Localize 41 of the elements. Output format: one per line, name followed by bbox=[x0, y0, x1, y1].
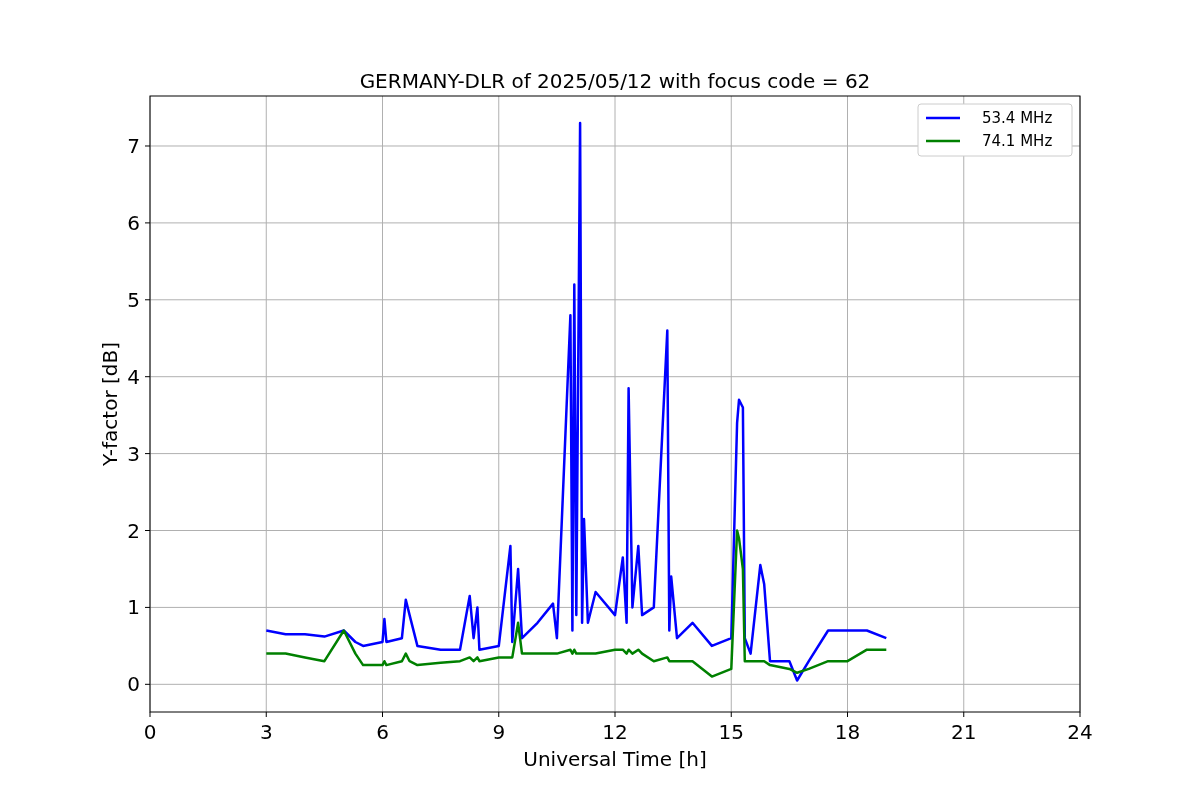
y-tick-label: 0 bbox=[127, 672, 140, 697]
y-tick-label: 2 bbox=[127, 518, 140, 543]
tick-mark bbox=[144, 376, 151, 378]
y-tick-label: 4 bbox=[127, 364, 140, 389]
x-tick-label: 24 bbox=[1067, 720, 1093, 744]
legend-label: 53.4 MHz bbox=[982, 109, 1053, 127]
legend-line bbox=[926, 139, 960, 143]
x-tick-label: 18 bbox=[834, 720, 861, 744]
x-tick-label: 6 bbox=[376, 720, 389, 744]
tick-mark bbox=[265, 711, 267, 718]
y-tick-label: 7 bbox=[127, 134, 140, 158]
chart-title: GERMANY-DLR of 2025/05/12 with focus code = 62 bbox=[359, 69, 871, 93]
x-tick-label: 3 bbox=[259, 720, 273, 744]
tick-mark bbox=[144, 145, 151, 147]
legend-label: 74.1 MHz bbox=[982, 132, 1053, 150]
x-tick-label: 12 bbox=[602, 720, 628, 744]
tick-mark bbox=[144, 606, 151, 608]
tick-mark bbox=[382, 711, 383, 718]
tick-mark bbox=[144, 453, 151, 455]
x-axis-label: Universal Time [h] bbox=[523, 747, 707, 771]
tick-mark bbox=[847, 711, 848, 718]
tick-mark bbox=[614, 711, 616, 718]
legend-line bbox=[926, 116, 960, 120]
y-tick-label: 3 bbox=[127, 441, 140, 466]
y-tick-label: 6 bbox=[127, 210, 140, 235]
x-tick-label: 9 bbox=[492, 720, 506, 744]
x-tick-label: 15 bbox=[718, 720, 744, 744]
tick-mark bbox=[149, 711, 151, 718]
tick-mark bbox=[963, 711, 965, 718]
y-tick-label: 5 bbox=[127, 287, 140, 312]
tick-mark bbox=[144, 530, 151, 531]
tick-mark bbox=[144, 222, 151, 224]
y-axis-label: Y-factor [dB] bbox=[98, 342, 122, 466]
tick-mark bbox=[144, 683, 151, 685]
tick-mark bbox=[144, 299, 151, 301]
y-tick-label: 1 bbox=[127, 595, 140, 620]
tick-mark bbox=[730, 711, 732, 718]
tick-mark bbox=[1079, 711, 1081, 718]
tick-mark bbox=[498, 711, 500, 718]
x-tick-label: 21 bbox=[951, 720, 977, 744]
x-tick-label: 0 bbox=[143, 720, 157, 744]
